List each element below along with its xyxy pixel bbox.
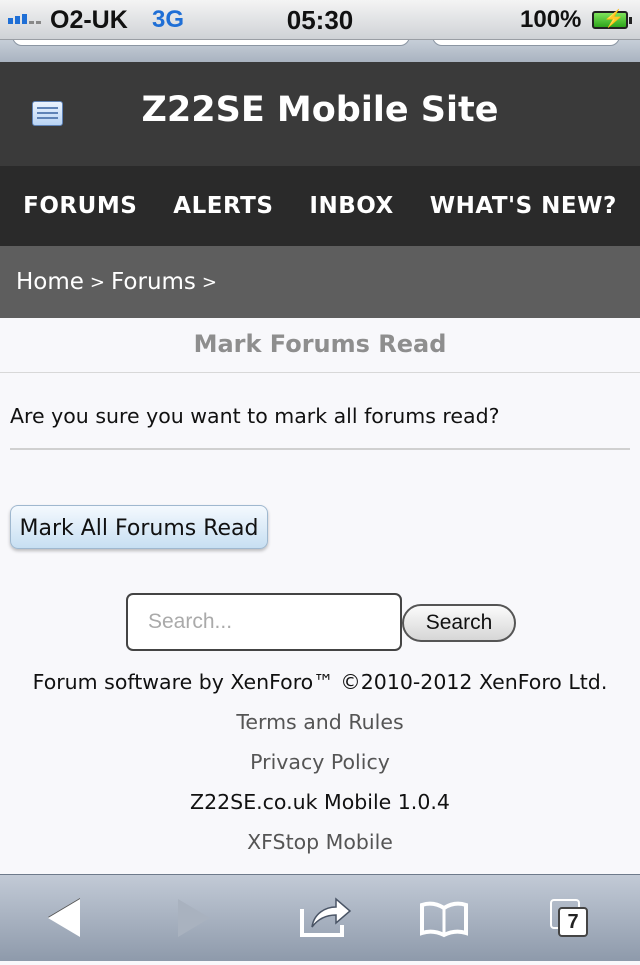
url-field[interactable]	[12, 40, 410, 46]
nav-item-alerts[interactable]: ALERTS	[173, 193, 273, 219]
search-input[interactable]: Search...	[126, 593, 402, 651]
back-arrow-icon	[48, 899, 80, 937]
tab-count-badge: 7	[558, 907, 588, 937]
share-icon	[300, 897, 352, 937]
terms-link[interactable]: Terms and Rules	[0, 710, 640, 734]
nav-item-whats-new[interactable]: WHAT'S NEW?	[430, 193, 617, 219]
copyright-text: Forum software by XenForo™ ©2010-2012 Xe…	[32, 670, 608, 694]
browser-search-field[interactable]	[432, 40, 620, 46]
tabs-button[interactable]: 7	[532, 875, 612, 961]
share-button[interactable]	[284, 875, 364, 961]
breadcrumb-forums[interactable]: Forums	[111, 269, 196, 295]
forward-button[interactable]	[152, 875, 232, 961]
page-title: Mark Forums Read	[193, 330, 447, 358]
privacy-link[interactable]: Privacy Policy	[0, 750, 640, 774]
breadcrumb-separator: >	[89, 271, 106, 293]
nav-item-inbox[interactable]: INBOX	[309, 193, 393, 219]
breadcrumb: Home > Forums >	[0, 246, 640, 318]
divider	[0, 372, 640, 373]
main-nav: FORUMS ALERTS INBOX WHAT'S NEW?	[0, 166, 640, 246]
site-title[interactable]: Z22SE Mobile Site	[0, 90, 640, 130]
confirm-message: Are you sure you want to mark all forums…	[10, 404, 500, 428]
bookmarks-icon	[420, 901, 468, 938]
battery-charging-icon: ⚡	[592, 9, 632, 29]
browser-toolbar: 7	[0, 874, 640, 961]
divider	[10, 448, 630, 450]
battery-percent: 100%	[520, 6, 582, 33]
forward-arrow-icon	[178, 899, 210, 937]
status-bar: O2-UK 3G 05:30 100% ⚡	[0, 0, 640, 40]
search-button[interactable]: Search	[402, 604, 516, 642]
address-bar-strip	[0, 40, 640, 62]
breadcrumb-home[interactable]: Home	[16, 269, 84, 295]
bookmarks-button[interactable]	[404, 875, 484, 961]
xfstop-link[interactable]: XFStop Mobile	[0, 830, 640, 854]
breadcrumb-separator: >	[201, 271, 218, 293]
mark-all-forums-read-button[interactable]: Mark All Forums Read	[10, 505, 268, 549]
site-header: Z22SE Mobile Site	[0, 62, 640, 166]
version-text: Z22SE.co.uk Mobile 1.0.4	[190, 790, 450, 814]
back-button[interactable]	[24, 875, 104, 961]
nav-item-forums[interactable]: FORUMS	[23, 193, 137, 219]
